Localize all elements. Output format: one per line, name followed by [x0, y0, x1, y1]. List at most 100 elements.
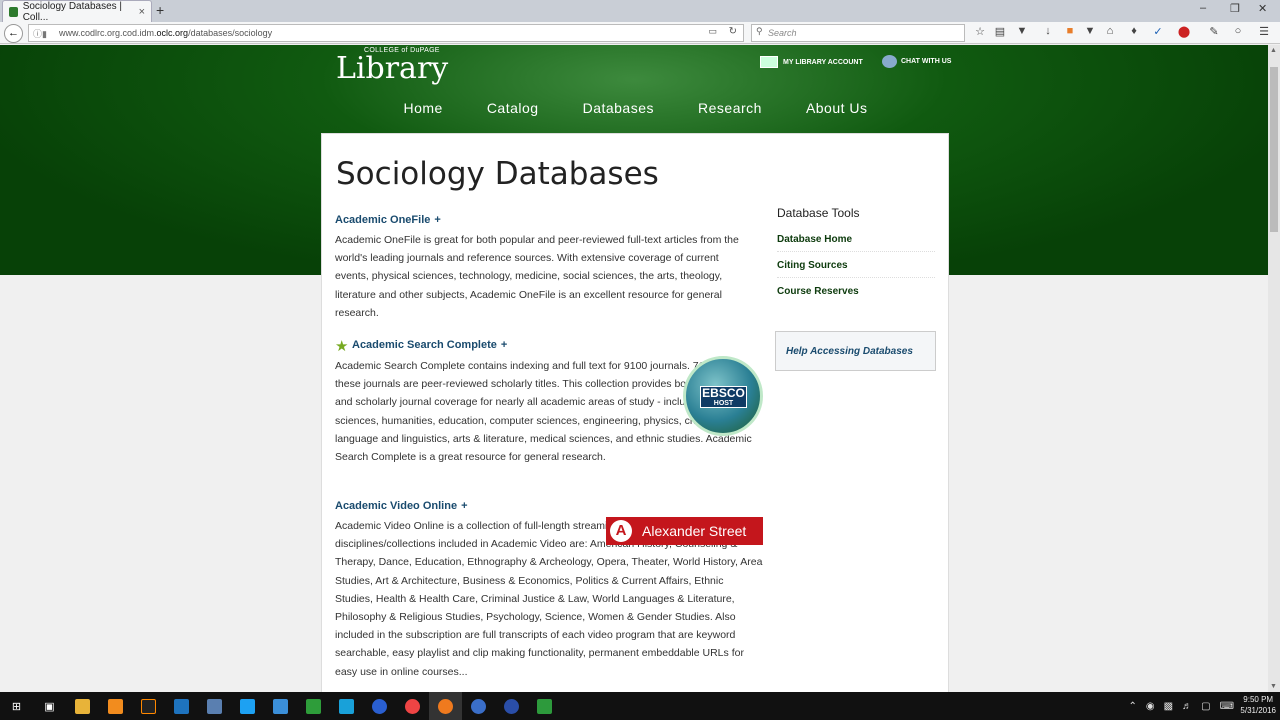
browser-tab[interactable]: Sociology Databases | Coll... × [2, 0, 152, 23]
tools-link-course-reserves[interactable]: Course Reserves [777, 278, 935, 303]
task-view-icon[interactable]: ▣ [33, 692, 66, 720]
app-circle-blue-icon[interactable] [363, 692, 396, 720]
alexander-street-logo[interactable]: A Alexander Street [606, 517, 763, 545]
nav-databases[interactable]: Databases [561, 93, 676, 133]
page-viewport: COLLEGE of DuPAGE Library MY LIBRARY ACC… [0, 45, 1268, 692]
app-k-icon[interactable] [132, 692, 165, 720]
extension-icon[interactable]: ▼ [1082, 25, 1098, 37]
logo-library-text: Library [336, 51, 449, 86]
tools-link-database-home[interactable]: Database Home [777, 226, 935, 252]
chrome-icon[interactable] [396, 692, 429, 720]
bookmarks-list-icon[interactable]: ▤ [992, 25, 1008, 38]
page-title: Sociology Databases [336, 156, 659, 192]
back-arrow-icon[interactable]: ← [4, 24, 23, 43]
main-content: Sociology Databases Academic OneFile + Ac… [321, 133, 949, 692]
site-info-icon[interactable]: ⓘ▮ [33, 27, 47, 40]
url-bar[interactable]: ⓘ▮ www.codlrc.org.cod.idm.oclc.org/datab… [28, 24, 744, 42]
scroll-down-icon[interactable]: ▼ [1270, 683, 1277, 690]
nav-about-us[interactable]: About Us [784, 93, 890, 133]
shield-icon[interactable]: ✓ [1150, 25, 1166, 38]
db-title-academic-onefile[interactable]: Academic OneFile + [335, 214, 441, 226]
url-domain: oclc.org [156, 28, 189, 38]
camtasia-recorder-icon[interactable] [528, 692, 561, 720]
tray-chevron-icon[interactable]: ⌃ [1129, 701, 1137, 712]
account-label: MY LIBRARY ACCOUNT [783, 58, 863, 66]
star-icon: ★ [335, 338, 349, 355]
nav-home[interactable]: Home [381, 93, 464, 133]
reader-view-icon[interactable]: ▭ [708, 26, 717, 37]
app-gear-icon[interactable] [264, 692, 297, 720]
my-library-account-link[interactable]: MY LIBRARY ACCOUNT [760, 56, 863, 68]
rss-icon[interactable]: ■ [1062, 25, 1078, 37]
pocket-icon[interactable]: ▼ [1014, 25, 1030, 37]
app-circle-icon[interactable] [462, 692, 495, 720]
minimize-icon[interactable]: – [1200, 2, 1206, 14]
nav-research[interactable]: Research [676, 93, 784, 133]
windows-taskbar: ⊞ ▣ ⌃ ◉ ▩ ♬ ▢ ⌨ 9:50 PM 5/31/2016 [0, 692, 1280, 720]
window-close-icon[interactable]: ✕ [1258, 2, 1267, 15]
browser-tab-bar: Sociology Databases | Coll... × + – ❐ ✕ [0, 0, 1280, 23]
alexander-street-mark: A [610, 520, 632, 542]
db-description: Academic OneFile is great for both popul… [335, 234, 739, 319]
bookmark-star-icon[interactable]: ☆ [972, 25, 988, 38]
expand-plus-icon[interactable]: + [434, 214, 440, 226]
db-title-academic-video-online[interactable]: Academic Video Online + [335, 500, 468, 512]
app-cyan-icon[interactable] [330, 692, 363, 720]
site-favicon-icon [9, 6, 18, 17]
clock-date: 5/31/2016 [1240, 706, 1276, 715]
puzzle-icon[interactable]: ♦ [1126, 25, 1142, 37]
keyboard-icon[interactable]: ⌨ [1220, 701, 1234, 712]
account-card-icon [760, 56, 778, 68]
adblock-icon[interactable]: ⬤ [1176, 25, 1192, 38]
database-tools-heading: Database Tools [777, 206, 860, 220]
ebsco-label: EBSCO [702, 386, 745, 400]
tray-app-icon[interactable]: ◉ [1146, 701, 1155, 712]
ebsco-sub: HOST [713, 400, 734, 407]
taskbar-clock[interactable]: 9:50 PM 5/31/2016 [1240, 694, 1276, 716]
volume-icon[interactable]: ♬ [1182, 701, 1192, 712]
network-icon[interactable]: ▩ [1164, 701, 1173, 712]
ebsco-host-logo[interactable]: EBSCO HOST [683, 356, 763, 436]
expand-plus-icon[interactable]: + [501, 339, 507, 351]
browser-search-input[interactable]: ⚲ Search [751, 24, 965, 42]
app-round-blue-icon[interactable] [495, 692, 528, 720]
help-accessing-databases-button[interactable]: Help Accessing Databases [775, 331, 936, 371]
download-icon[interactable]: ↓ [1040, 25, 1056, 37]
new-tab-button[interactable]: + [156, 2, 164, 18]
maximize-icon[interactable]: ❐ [1230, 2, 1240, 15]
scrollbar-thumb[interactable] [1270, 67, 1278, 232]
file-explorer-icon[interactable] [66, 692, 99, 720]
chat-with-us-link[interactable]: CHAT WITH US [882, 55, 951, 68]
calculator-icon[interactable] [198, 692, 231, 720]
clock-time: 9:50 PM [1243, 695, 1274, 704]
reload-icon[interactable]: ↻ [729, 26, 737, 37]
start-windows-icon[interactable]: ⊞ [0, 692, 33, 720]
chat-bubble-icon[interactable]: ○ [1230, 25, 1246, 37]
hamburger-menu-icon[interactable]: ☰ [1256, 25, 1272, 38]
chat-label: CHAT WITH US [901, 58, 952, 65]
home-icon[interactable]: ⌂ [1102, 25, 1118, 37]
vertical-scrollbar[interactable]: ▲ ▼ [1268, 45, 1280, 692]
url-path: /databases/sociology [188, 28, 273, 38]
twitter-icon[interactable] [231, 692, 264, 720]
db-link-label[interactable]: Academic OneFile [335, 214, 430, 226]
notes-icon[interactable]: ✎ [1206, 25, 1222, 38]
tab-close-icon[interactable]: × [139, 6, 145, 18]
app-orange-icon[interactable] [99, 692, 132, 720]
app-blue-doc-icon[interactable] [165, 692, 198, 720]
tab-title: Sociology Databases | Coll... [22, 0, 123, 23]
ebsco-label-box: EBSCO HOST [700, 386, 747, 408]
scroll-up-icon[interactable]: ▲ [1270, 47, 1277, 54]
camtasia-icon[interactable] [297, 692, 330, 720]
firefox-icon[interactable] [429, 692, 462, 720]
notifications-icon[interactable]: ▢ [1201, 701, 1210, 712]
db-link-label[interactable]: Academic Search Complete [352, 339, 497, 351]
search-placeholder: Search [768, 28, 797, 38]
db-title-academic-search-complete[interactable]: Academic Search Complete + [352, 339, 507, 351]
tools-link-citing-sources[interactable]: Citing Sources [777, 252, 935, 278]
alexander-street-label: Alexander Street [642, 523, 747, 539]
expand-plus-icon[interactable]: + [461, 500, 467, 512]
db-link-label[interactable]: Academic Video Online [335, 500, 457, 512]
nav-catalog[interactable]: Catalog [465, 93, 561, 133]
database-tools-panel: Database Tools Database Home Citing Sour… [777, 206, 935, 303]
